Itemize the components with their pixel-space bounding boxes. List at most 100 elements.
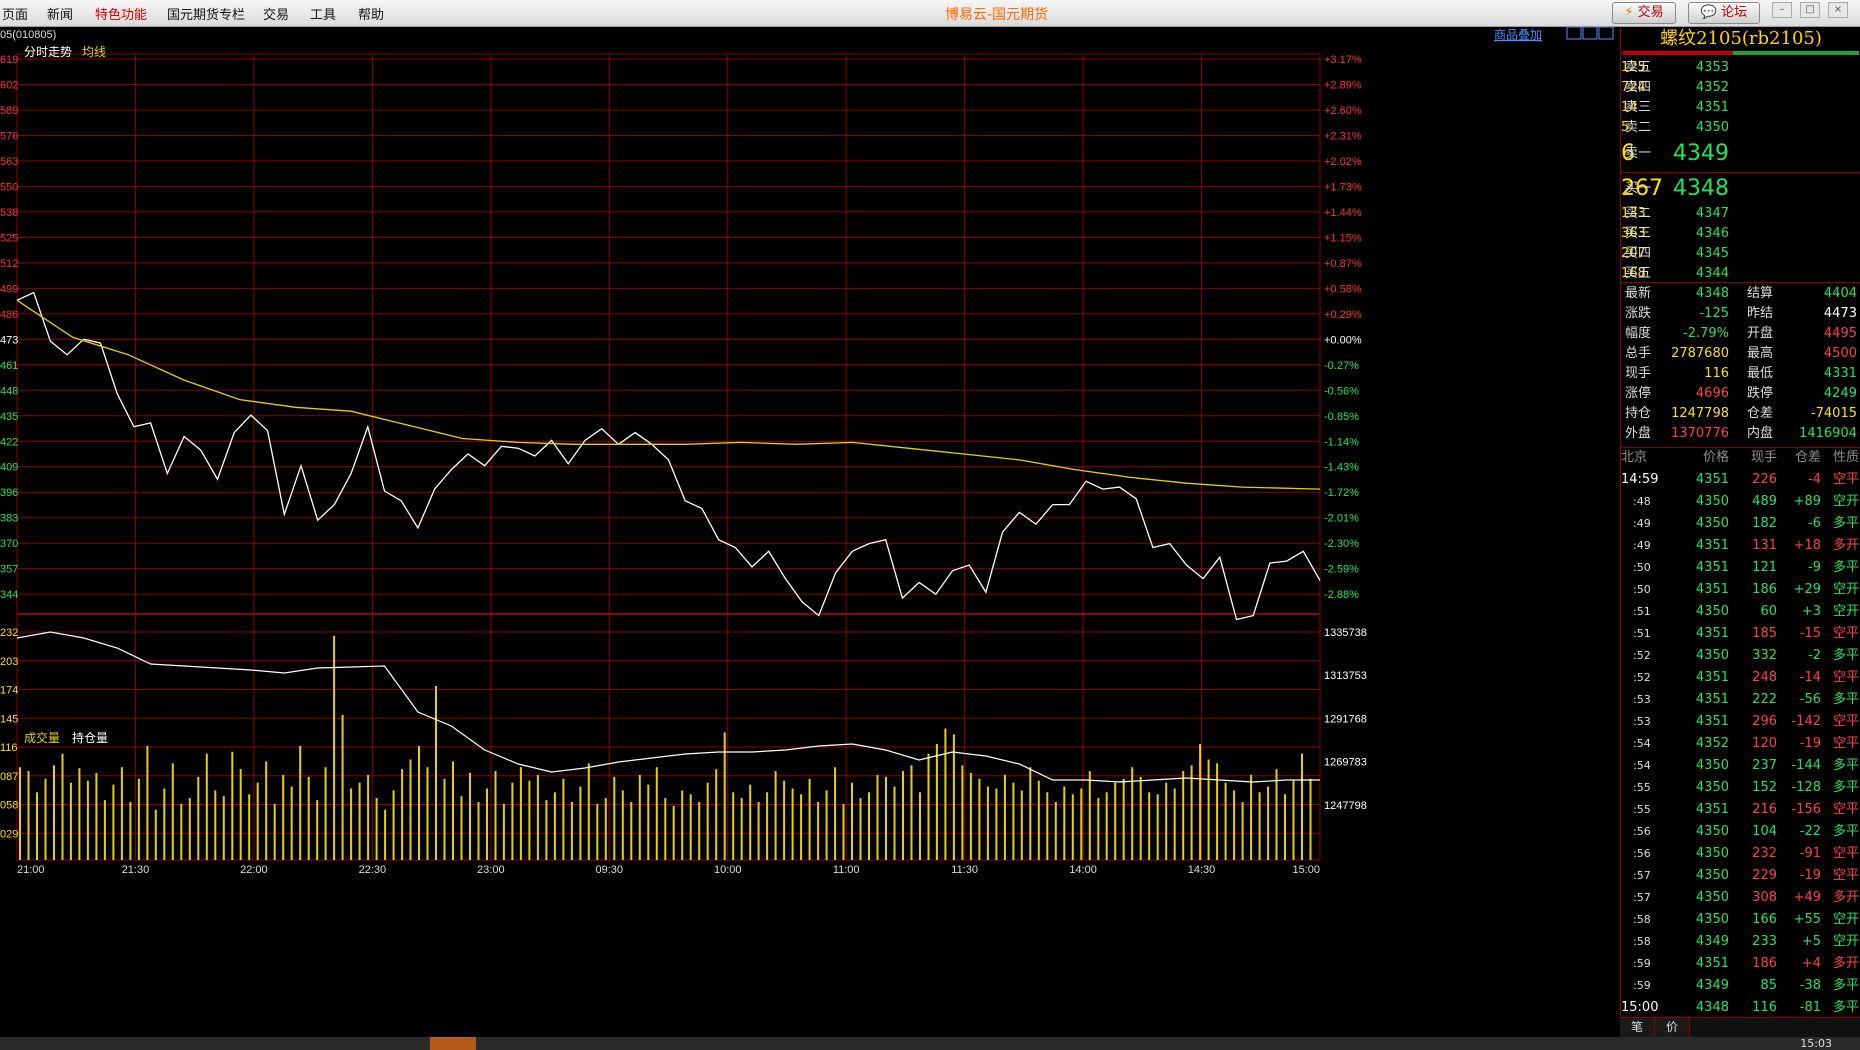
menu-news[interactable]: 新闻 <box>47 4 73 23</box>
menu-features[interactable]: 特色功能 <box>95 4 147 23</box>
status-segment[interactable] <box>430 1037 476 1050</box>
volume-bar <box>27 771 30 860</box>
tick-row[interactable]: 14:59 4351 226 -4 空平 <box>1621 471 1860 489</box>
tick-nature: 空开 <box>1832 494 1859 509</box>
price-tick-left: 409 <box>0 462 18 474</box>
forum-button[interactable]: 💬 论坛 <box>1688 2 1760 24</box>
ask-row-4[interactable]: 卖四 4352 724 <box>1621 79 1860 97</box>
ask-row-1[interactable]: 卖一 4349 6 <box>1621 140 1860 168</box>
bid-row-1[interactable]: 买一 4348 267 <box>1621 175 1860 203</box>
tick-row[interactable]: :49 4351 131 +18 多开 <box>1621 537 1860 555</box>
stat-row[interactable]: 持仓 1247798 仓差 -74015 <box>1621 405 1860 423</box>
volume-bar <box>664 798 667 860</box>
tick-row[interactable]: :49 4350 182 -6 多平 <box>1621 515 1860 533</box>
ask-row-5[interactable]: 卖五 4353 125 <box>1621 59 1860 77</box>
menu-page[interactable]: 页面 <box>2 4 28 23</box>
tick-row[interactable]: :51 4351 185 -15 空平 <box>1621 625 1860 643</box>
stat-row[interactable]: 现手 116 最低 4331 <box>1621 365 1860 383</box>
tick-row[interactable]: :59 4349 85 -38 多平 <box>1621 977 1860 995</box>
menu-help[interactable]: 帮助 <box>358 4 384 23</box>
tick-row[interactable]: :55 4351 216 -156 空平 <box>1621 801 1860 819</box>
tick-row[interactable]: :55 4350 152 -128 多平 <box>1621 779 1860 797</box>
stat-row[interactable]: 总手 2787680 最高 4500 <box>1621 345 1860 363</box>
stat-label: 最新 <box>1625 286 1652 301</box>
tick-row[interactable]: :52 4350 332 -2 多平 <box>1621 647 1860 665</box>
stat-row[interactable]: 涨跌 -125 昨结 4473 <box>1621 305 1860 323</box>
tab-prices[interactable]: 价 <box>1655 1018 1690 1037</box>
tab-volume[interactable]: 成交量 <box>24 730 60 745</box>
tick-oi-change: +4 <box>1801 956 1821 971</box>
tick-row[interactable]: :58 4349 233 +5 空开 <box>1621 933 1860 951</box>
bid-row-3[interactable]: 买三 4346 363 <box>1621 225 1860 243</box>
ticks-divider <box>1621 447 1860 448</box>
tick-row[interactable]: :54 4350 237 -144 多平 <box>1621 757 1860 775</box>
stat-row[interactable]: 外盘 1370776 内盘 1416904 <box>1621 425 1860 443</box>
tick-oi-change: -81 <box>1799 1000 1821 1015</box>
stat-row[interactable]: 最新 4348 结算 4404 <box>1621 285 1860 303</box>
stat-label: 总手 <box>1625 346 1652 361</box>
trade-button[interactable]: ⚡ 交易 <box>1612 2 1676 24</box>
tick-row[interactable]: :52 4351 248 -14 空平 <box>1621 669 1860 687</box>
volume-bar <box>222 796 225 860</box>
menu-trade[interactable]: 交易 <box>263 4 289 23</box>
price-tick-right: +0.00% <box>1324 334 1362 346</box>
bid-row-5[interactable]: 买五 4344 168 <box>1621 265 1860 283</box>
tick-row[interactable]: :50 4351 186 +29 空开 <box>1621 581 1860 599</box>
bid-row-2[interactable]: 买二 4347 133 <box>1621 205 1860 223</box>
tick-row[interactable]: :51 4350 60 +3 空开 <box>1621 603 1860 621</box>
tick-row[interactable]: :50 4351 121 -9 多平 <box>1621 559 1860 577</box>
tick-row[interactable]: :57 4350 308 +49 多开 <box>1621 889 1860 907</box>
volume-bar <box>350 788 353 860</box>
tick-row[interactable]: :57 4350 229 -19 空平 <box>1621 867 1860 885</box>
volume-bar <box>239 769 242 860</box>
tick-row[interactable]: :53 4351 222 -56 多平 <box>1621 691 1860 709</box>
volume-bar <box>1037 780 1040 860</box>
price-tick-left: 576 <box>0 130 18 142</box>
menu-tools[interactable]: 工具 <box>310 4 336 23</box>
maximize-icon[interactable]: □ <box>1800 2 1820 18</box>
price-tick-right: -2.59% <box>1324 564 1359 576</box>
chart-left-arrow-icon[interactable] <box>1566 27 1582 40</box>
bid-row-4[interactable]: 买四 4345 207 <box>1621 245 1860 263</box>
stat-row[interactable]: 幅度 -2.79% 开盘 4495 <box>1621 325 1860 343</box>
close-icon[interactable]: × <box>1828 2 1848 18</box>
tick-price: 4352 <box>1695 736 1729 751</box>
tick-volume: 226 <box>1752 472 1777 487</box>
tab-ticks[interactable]: 笔 <box>1620 1018 1655 1037</box>
tab-intraday[interactable]: 分时走势 <box>24 45 72 59</box>
tick-row[interactable]: :48 4350 489 +89 空开 <box>1621 493 1860 511</box>
tick-time: :52 <box>1633 649 1651 662</box>
stat-row[interactable]: 涨停 4696 跌停 4249 <box>1621 385 1860 403</box>
tick-row[interactable]: :56 4350 232 -91 空平 <box>1621 845 1860 863</box>
volume-bar <box>553 792 556 860</box>
tick-row[interactable]: :59 4351 186 +4 多开 <box>1621 955 1860 973</box>
bid-price: 4345 <box>1695 246 1729 261</box>
volume-bar <box>188 798 191 860</box>
tick-volume: 185 <box>1752 626 1777 641</box>
tick-row[interactable]: :56 4350 104 -22 多平 <box>1621 823 1860 841</box>
overlay-link[interactable]: 商品叠加 <box>1494 27 1542 42</box>
tick-row[interactable]: :53 4351 296 -142 空平 <box>1621 713 1860 731</box>
volume-bar <box>944 728 947 860</box>
ask-row-2[interactable]: 卖二 4350 5 <box>1621 119 1860 137</box>
chart-grid <box>16 53 1321 861</box>
tick-header[interactable]: 北京 价格 现手 仓差 性质 <box>1621 449 1860 467</box>
intraday-chart[interactable]: 619 +3.17% 602 +2.89% 589 +2.60% 576 +2.31% 563 +… <box>0 27 1620 1037</box>
ask-row-3[interactable]: 卖三 4351 14 <box>1621 99 1860 117</box>
tick-oi-change: +49 <box>1793 890 1821 905</box>
tick-row[interactable]: :58 4350 166 +55 空开 <box>1621 911 1860 929</box>
tab-average-line[interactable]: 均线 <box>82 45 106 59</box>
minimize-icon[interactable]: – <box>1772 2 1792 18</box>
volume-tick: 203 <box>0 656 18 668</box>
volume-bar <box>103 800 106 860</box>
menu-guoyuan-column[interactable]: 国元期货专栏 <box>167 4 245 23</box>
chart-right-arrow-icon[interactable] <box>1598 27 1614 40</box>
tab-open-interest[interactable]: 持仓量 <box>72 730 108 745</box>
tick-row[interactable]: :54 4352 120 -19 空平 <box>1621 735 1860 753</box>
tick-row[interactable]: 15:00 4348 116 -81 多平 <box>1621 999 1860 1017</box>
tick-time: :53 <box>1633 715 1651 728</box>
volume-bar <box>418 745 420 860</box>
volume-tick: 232 <box>0 627 18 639</box>
tick-oi-change: -19 <box>1799 736 1821 751</box>
chart-expand-icon[interactable] <box>1582 27 1598 40</box>
